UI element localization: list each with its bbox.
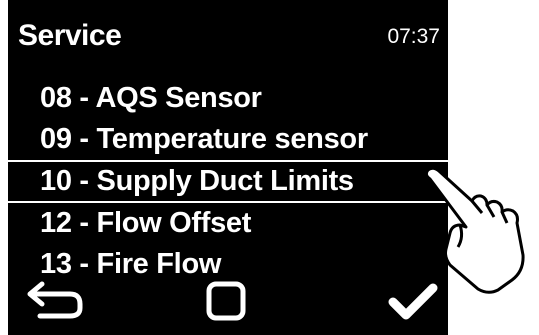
page-title: Service: [18, 19, 122, 52]
device-screen: Service 07:37 08 - AQS Sensor 09 - Tempe…: [8, 0, 448, 335]
pointing-hand-icon: [420, 165, 530, 300]
back-arrow-icon: [27, 281, 83, 319]
home-button[interactable]: [205, 280, 247, 327]
menu-item-label: 08 - AQS Sensor: [40, 82, 262, 114]
menu-item-temperature-sensor[interactable]: 09 - Temperature sensor: [8, 119, 448, 160]
menu-item-label: 12 - Flow Offset: [40, 207, 252, 239]
clock-time: 07:37: [387, 25, 440, 48]
menu-item-label: 13 - Fire Flow: [40, 248, 222, 280]
home-square-icon: [206, 281, 246, 321]
menu-item-flow-offset[interactable]: 12 - Flow Offset: [8, 203, 448, 244]
service-menu: 08 - AQS Sensor 09 - Temperature sensor …: [8, 78, 448, 285]
menu-item-label: 09 - Temperature sensor: [40, 123, 368, 155]
menu-item-label: 10 - Supply Duct Limits: [40, 165, 354, 197]
menu-item-aqs-sensor[interactable]: 08 - AQS Sensor: [8, 78, 448, 119]
back-button[interactable]: [26, 278, 84, 327]
page: Service 07:37 08 - AQS Sensor 09 - Tempe…: [0, 0, 539, 335]
menu-item-supply-duct-limits[interactable]: 10 - Supply Duct Limits: [8, 160, 448, 203]
